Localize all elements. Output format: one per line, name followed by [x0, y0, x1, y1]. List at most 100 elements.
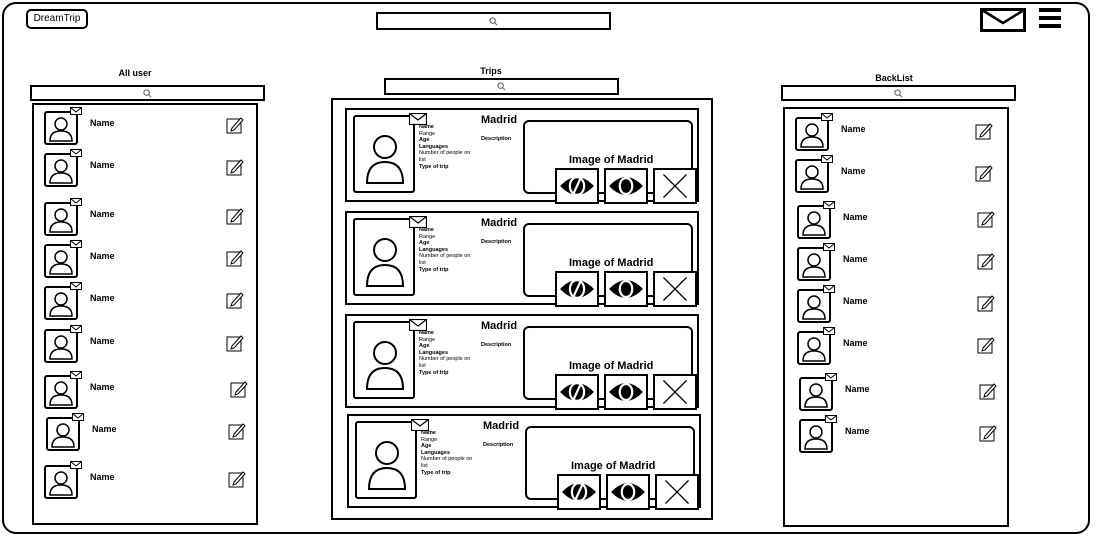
trip-details: Name Range Age Languages Number of peopl…	[419, 227, 470, 273]
edit-icon[interactable]	[975, 122, 993, 140]
eye-icon	[609, 279, 643, 299]
trip-card[interactable]: Name Range Age Languages Number of peopl…	[345, 211, 699, 307]
view-button[interactable]	[604, 271, 648, 307]
delete-button[interactable]	[653, 374, 697, 410]
edit-icon[interactable]	[977, 210, 995, 228]
trip-image-label: Image of Madrid	[569, 257, 654, 269]
user-row[interactable]: Name	[797, 243, 1001, 285]
envelope-icon	[821, 113, 833, 121]
person-icon	[802, 295, 826, 320]
edit-icon[interactable]	[226, 116, 244, 134]
envelope-icon	[825, 373, 837, 381]
user-row[interactable]: Name	[44, 461, 248, 503]
trip-age: Age	[419, 137, 430, 144]
user-name: Name	[843, 212, 868, 222]
trip-languages: Languages	[419, 349, 449, 356]
trip-type: Type of trip	[421, 469, 451, 476]
edit-icon[interactable]	[977, 252, 995, 270]
user-row[interactable]: Name	[799, 373, 1003, 415]
user-name: Name	[90, 160, 115, 170]
all-users-list[interactable]: Name Name Name Name Name Name Name Name	[32, 103, 258, 525]
hide-button[interactable]	[555, 168, 599, 204]
top-search-input[interactable]	[376, 12, 611, 30]
blacklist-list[interactable]: Name Name Name Name Name Name Name Name	[783, 107, 1009, 527]
trip-card[interactable]: Name Range Age Languages Number of peopl…	[347, 414, 701, 510]
edit-icon[interactable]	[977, 336, 995, 354]
edit-icon[interactable]	[230, 380, 248, 398]
user-name: Name	[841, 166, 866, 176]
all-users-search-input[interactable]	[30, 85, 265, 101]
trip-people-count: Number of people on	[419, 356, 471, 363]
user-name: Name	[845, 426, 870, 436]
user-row[interactable]: Name	[799, 415, 1003, 457]
trips-list[interactable]: Name Range Age Languages Number of peopl…	[331, 98, 713, 520]
user-name: Name	[845, 384, 870, 394]
hamburger-menu-icon[interactable]	[1039, 8, 1061, 30]
user-row[interactable]: Name	[44, 282, 248, 324]
edit-icon[interactable]	[979, 424, 997, 442]
user-row[interactable]: Name	[44, 240, 248, 282]
delete-button[interactable]	[653, 271, 697, 307]
user-row[interactable]: Name	[795, 113, 999, 155]
user-row[interactable]: Name	[44, 149, 248, 191]
user-name: Name	[90, 209, 115, 219]
user-name: Name	[843, 296, 868, 306]
edit-icon[interactable]	[226, 249, 244, 267]
search-icon	[489, 16, 498, 25]
person-icon	[804, 383, 828, 408]
eye-icon	[609, 382, 643, 402]
trip-card[interactable]: Name Range Age Languages Number of peopl…	[345, 108, 699, 204]
person-icon	[49, 471, 73, 496]
edit-icon[interactable]	[228, 470, 246, 488]
person-icon	[49, 117, 73, 142]
trip-city: Madrid	[481, 114, 518, 126]
view-button[interactable]	[606, 474, 650, 510]
trips-title: Trips	[480, 66, 502, 76]
user-row[interactable]: Name	[44, 325, 248, 367]
avatar	[44, 461, 82, 499]
delete-button[interactable]	[653, 168, 697, 204]
user-row[interactable]: Name	[44, 198, 248, 240]
person-icon	[802, 337, 826, 362]
person-icon	[804, 425, 828, 450]
edit-icon[interactable]	[226, 291, 244, 309]
person-icon	[49, 159, 73, 184]
logo[interactable]: DreamTrip	[26, 9, 88, 29]
hide-button[interactable]	[557, 474, 601, 510]
edit-icon[interactable]	[977, 294, 995, 312]
hide-button[interactable]	[555, 374, 599, 410]
edit-icon[interactable]	[228, 422, 246, 440]
trip-languages: Languages	[419, 143, 449, 150]
edit-icon[interactable]	[226, 158, 244, 176]
avatar	[44, 282, 82, 320]
envelope-icon	[70, 149, 82, 157]
blacklist-search-input[interactable]	[781, 85, 1016, 101]
user-name: Name	[90, 293, 115, 303]
close-icon	[664, 479, 690, 505]
trip-card[interactable]: Name Range Age Languages Number of peopl…	[345, 314, 699, 410]
mail-icon[interactable]	[980, 8, 1026, 32]
user-row[interactable]: Name	[795, 155, 999, 197]
edit-icon[interactable]	[226, 207, 244, 225]
person-icon	[800, 123, 824, 148]
delete-button[interactable]	[655, 474, 699, 510]
user-name: Name	[90, 118, 115, 128]
user-row[interactable]: Name	[797, 327, 1001, 369]
trips-search-input[interactable]	[384, 78, 619, 95]
edit-icon[interactable]	[226, 334, 244, 352]
hide-button[interactable]	[555, 271, 599, 307]
user-row[interactable]: Name	[44, 371, 248, 413]
person-icon	[49, 381, 73, 406]
user-row[interactable]: Name	[797, 201, 1001, 243]
envelope-icon	[823, 243, 835, 251]
user-row[interactable]: Name	[46, 413, 250, 455]
user-row[interactable]: Name	[44, 107, 248, 149]
person-icon	[365, 238, 405, 287]
user-row[interactable]: Name	[797, 285, 1001, 327]
person-icon	[51, 423, 75, 448]
edit-icon[interactable]	[975, 164, 993, 182]
edit-icon[interactable]	[979, 382, 997, 400]
user-name: Name	[90, 382, 115, 392]
view-button[interactable]	[604, 374, 648, 410]
view-button[interactable]	[604, 168, 648, 204]
